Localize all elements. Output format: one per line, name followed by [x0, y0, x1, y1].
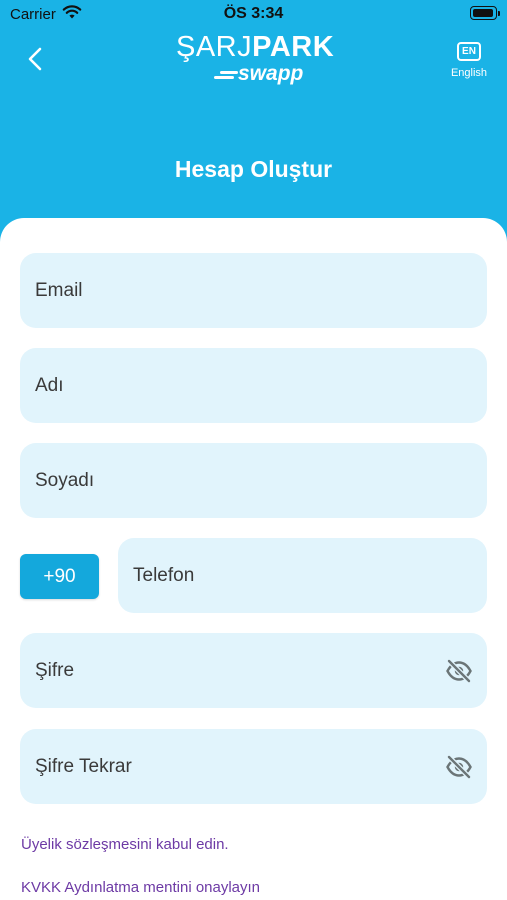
- phone-placeholder: Telefon: [133, 565, 195, 586]
- logo-text-light: ŞARJ: [176, 31, 253, 63]
- surname-field[interactable]: Soyadı: [20, 443, 487, 518]
- name-field[interactable]: Adı: [20, 348, 487, 423]
- language-icon: EN: [457, 42, 481, 61]
- sarjpark-logo: ŞARJPARK swapp: [176, 32, 336, 86]
- password-placeholder: Şifre: [35, 660, 75, 681]
- logo-text-bold: PARK: [252, 31, 335, 63]
- membership-agreement-link[interactable]: Üyelik sözleşmesini kabul edin.: [21, 836, 229, 853]
- clock: ÖS 3:34: [223, 5, 284, 22]
- country-code-button[interactable]: +90: [20, 554, 99, 599]
- page-title: Hesap Oluştur: [174, 156, 333, 182]
- speed-lines-icon: [214, 71, 238, 79]
- language-switch-button[interactable]: EN English: [444, 40, 494, 86]
- name-placeholder: Adı: [35, 375, 64, 396]
- back-chevron-icon[interactable]: [22, 44, 50, 74]
- email-field[interactable]: Email: [20, 253, 487, 328]
- eye-off-icon[interactable]: [445, 657, 473, 685]
- language-label: English: [450, 67, 488, 79]
- eye-off-icon[interactable]: [445, 753, 473, 781]
- email-placeholder: Email: [35, 280, 83, 301]
- surname-placeholder: Soyadı: [35, 470, 95, 491]
- logo-swapp: swapp: [238, 62, 304, 85]
- password-field[interactable]: Şifre: [20, 633, 487, 708]
- phone-field[interactable]: Telefon: [118, 538, 487, 613]
- status-bar: Carrier ÖS 3:34: [0, 0, 507, 28]
- kvkk-consent-link[interactable]: KVKK Aydınlatma mentini onaylayın: [21, 879, 260, 896]
- password-repeat-placeholder: Şifre Tekrar: [35, 756, 132, 777]
- battery-icon: [470, 6, 500, 20]
- password-repeat-field[interactable]: Şifre Tekrar: [20, 729, 487, 804]
